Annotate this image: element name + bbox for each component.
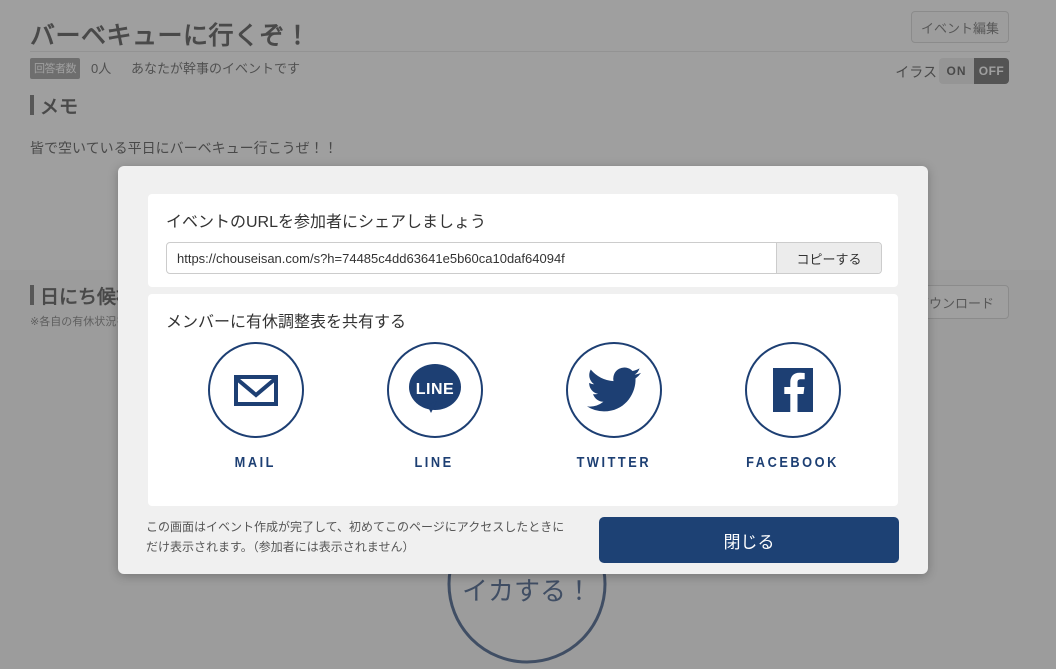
url-card-title: イベントのURLを参加者にシェアしましょう <box>166 214 487 231</box>
share-modal: イベントのURLを参加者にシェアしましょう コピーする メンバーに有休調整表を共… <box>118 166 928 574</box>
twitter-icon <box>586 367 641 412</box>
close-button[interactable]: 閉じる <box>599 517 899 563</box>
url-input-row: コピーする <box>166 242 882 274</box>
share-label-facebook: FACEBOOK <box>746 454 839 471</box>
event-url-input[interactable] <box>167 243 776 273</box>
share-label-mail: MAIL <box>234 454 277 471</box>
share-label-line: LINE <box>414 454 455 471</box>
twitter-icon-circle <box>565 342 662 438</box>
copy-url-button[interactable]: コピーする <box>776 243 881 273</box>
share-button-facebook[interactable]: FACEBOOK <box>703 342 882 471</box>
line-icon: LINE <box>408 364 461 413</box>
share-button-line[interactable]: LINE LINE <box>345 342 524 471</box>
share-button-twitter[interactable]: TWITTER <box>524 342 703 471</box>
modal-footnote: この画面はイベント作成が完了して、初めてこのページにアクセスしたときにだけ表示さ… <box>146 520 565 554</box>
line-icon-circle: LINE <box>386 342 483 438</box>
share-card-title: メンバーに有休調整表を共有する <box>166 314 407 331</box>
share-button-mail[interactable]: MAIL <box>166 342 345 471</box>
facebook-icon <box>772 368 813 412</box>
mail-icon <box>233 375 278 406</box>
svg-text:LINE: LINE <box>415 381 453 398</box>
share-label-twitter: TWITTER <box>576 454 651 471</box>
url-share-card: イベントのURLを参加者にシェアしましょう コピーする <box>148 194 898 287</box>
share-buttons-grid: MAIL LINE LINE TWITTER FACEBOOK <box>166 342 882 471</box>
social-share-card: メンバーに有休調整表を共有する MAIL LINE LINE TWITTER F… <box>148 294 898 506</box>
facebook-icon-circle <box>744 342 841 438</box>
mail-icon-circle <box>207 342 304 438</box>
